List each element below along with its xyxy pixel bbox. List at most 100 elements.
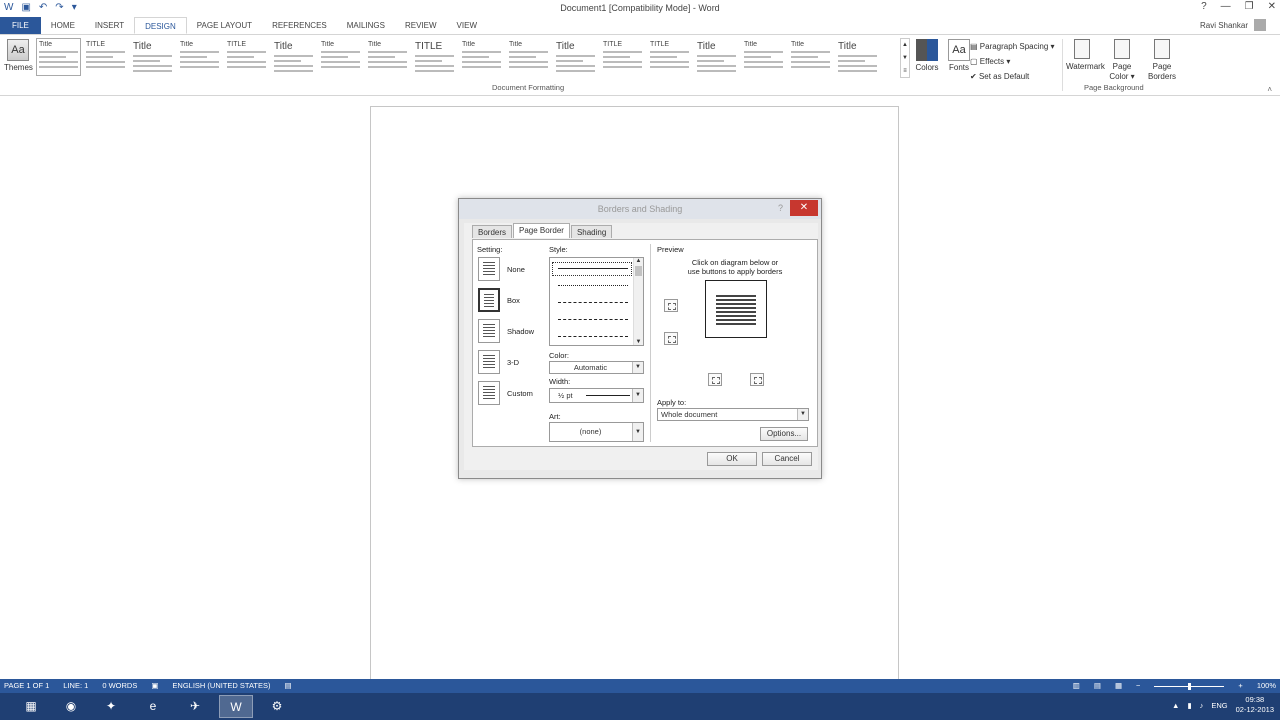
zoom-out-icon[interactable]: − [1136, 679, 1140, 693]
taskbar-app-icon[interactable]: ✦ [94, 695, 128, 718]
style-dashed-line[interactable] [558, 302, 628, 303]
taskbar-file-explorer-icon[interactable]: ▦ [14, 695, 48, 718]
paragraph-spacing-button[interactable]: ▤ Paragraph Spacing ▾ [970, 39, 1055, 54]
style-set-thumbnail[interactable]: Title [36, 38, 81, 76]
tab-page-layout[interactable]: PAGE LAYOUT [187, 17, 262, 34]
style-set-thumbnail[interactable]: TITLE [224, 38, 269, 76]
style-set-thumbnail[interactable]: Title [835, 38, 880, 76]
chevron-down-icon[interactable]: ▼ [632, 423, 643, 441]
dialog-help-button[interactable]: ? [778, 203, 783, 213]
taskbar-app-icon[interactable]: ◉ [54, 695, 88, 718]
tab-borders[interactable]: Borders [472, 225, 513, 238]
fonts-button[interactable]: Aa Fonts [946, 39, 972, 72]
taskbar-app-icon[interactable]: ⚙ [260, 695, 294, 718]
taskbar-internet-explorer-icon[interactable]: e [136, 695, 170, 718]
style-set-thumbnail[interactable]: TITLE [647, 38, 692, 76]
setting-none-icon[interactable] [478, 257, 500, 281]
tab-references[interactable]: REFERENCES [262, 17, 337, 34]
tab-page-border[interactable]: Page Border [513, 223, 570, 238]
zoom-slider-thumb[interactable] [1187, 682, 1191, 690]
close-button[interactable]: ✕ [1268, 1, 1276, 12]
setting-shadow-label[interactable]: Shadow [507, 327, 534, 336]
setting-shadow-icon[interactable] [478, 319, 500, 343]
preview-page[interactable] [705, 280, 767, 338]
setting-box-icon[interactable] [478, 288, 500, 312]
color-dropdown[interactable]: Automatic ▼ [549, 361, 644, 374]
gallery-scroll[interactable]: ▲ ▼ ≡ [900, 38, 910, 78]
style-long-dash-line[interactable] [558, 319, 628, 320]
ok-button[interactable]: OK [707, 452, 757, 466]
set-as-default-button[interactable]: ✔ Set as Default [970, 69, 1055, 84]
zoom-level[interactable]: 100% [1257, 679, 1276, 693]
volume-icon[interactable]: ♪ [1200, 701, 1204, 710]
left-border-button[interactable] [708, 373, 722, 386]
themes-button[interactable]: Aa Themes [4, 39, 33, 72]
tab-view[interactable]: VIEW [447, 17, 487, 34]
word-count[interactable]: 0 WORDS [102, 679, 137, 693]
help-button[interactable]: ? [1201, 1, 1207, 12]
proofing-icon[interactable]: ▣ [151, 679, 158, 693]
art-dropdown[interactable]: (none) ▼ [549, 422, 644, 442]
style-set-thumbnail[interactable]: Title [177, 38, 222, 76]
width-dropdown[interactable]: ½ pt ▼ [549, 388, 644, 403]
top-border-button[interactable] [664, 299, 678, 312]
chevron-down-icon[interactable]: ▼ [632, 389, 643, 402]
tab-file[interactable]: FILE [0, 17, 41, 34]
maximize-button[interactable]: ❐ [1245, 1, 1254, 12]
style-set-thumbnail[interactable]: Title [741, 38, 786, 76]
zoom-in-icon[interactable]: + [1238, 679, 1242, 693]
page-count[interactable]: PAGE 1 OF 1 [4, 679, 49, 693]
style-set-thumbnail[interactable]: Title [130, 38, 175, 76]
tray-arrow-icon[interactable]: ▲ [1172, 701, 1179, 710]
style-solid-line[interactable] [558, 268, 628, 269]
tab-insert[interactable]: INSERT [85, 17, 134, 34]
style-set-thumbnail[interactable]: Title [694, 38, 739, 76]
read-mode-icon[interactable]: ▥ [1073, 679, 1080, 693]
zoom-slider[interactable] [1154, 682, 1225, 690]
setting-custom-icon[interactable] [478, 381, 500, 405]
web-layout-icon[interactable]: ▦ [1115, 679, 1122, 693]
network-icon[interactable]: ▮ [1187, 701, 1191, 710]
style-set-thumbnail[interactable]: Title [788, 38, 833, 76]
options-button[interactable]: Options... [760, 427, 808, 441]
style-set-thumbnail[interactable]: Title [365, 38, 410, 76]
minimize-button[interactable]: — [1221, 1, 1231, 12]
page-borders-button[interactable]: Page Borders [1146, 39, 1178, 82]
setting-custom-label[interactable]: Custom [507, 389, 533, 398]
style-set-thumbnail[interactable]: Title [459, 38, 504, 76]
taskbar-app-icon[interactable]: ✈ [178, 695, 212, 718]
cancel-button[interactable]: Cancel [762, 452, 812, 466]
user-account[interactable]: Ravi Shankar [1200, 19, 1266, 31]
watermark-button[interactable]: Watermark [1066, 39, 1105, 82]
colors-button[interactable]: Colors [914, 39, 940, 72]
style-set-thumbnail[interactable]: Title [318, 38, 363, 76]
apply-to-dropdown[interactable]: Whole document ▼ [657, 408, 809, 421]
style-set-thumbnail[interactable]: Title [506, 38, 551, 76]
preview-diagram[interactable] [705, 280, 771, 340]
dialog-close-button[interactable]: ✕ [790, 200, 818, 216]
style-set-thumbnail[interactable]: Title [271, 38, 316, 76]
setting-none-label[interactable]: None [507, 265, 525, 274]
tab-mailings[interactable]: MAILINGS [337, 17, 395, 34]
tab-design[interactable]: DESIGN [134, 17, 187, 34]
bottom-border-button[interactable] [664, 332, 678, 345]
effects-button[interactable]: ▢ Effects ▾ [970, 54, 1055, 69]
chevron-down-icon[interactable]: ▼ [632, 362, 643, 373]
tab-shading[interactable]: Shading [570, 225, 613, 238]
style-scrollbar[interactable]: ▲ ▼ [633, 258, 643, 345]
style-listbox[interactable]: ▲ ▼ [549, 257, 644, 346]
style-set-thumbnail[interactable]: TITLE [600, 38, 645, 76]
style-dash-dot-line[interactable] [558, 336, 628, 337]
setting-3d-icon[interactable] [478, 350, 500, 374]
setting-box-label[interactable]: Box [507, 296, 520, 305]
tray-language[interactable]: ENG [1211, 701, 1227, 710]
setting-3d-label[interactable]: 3-D [507, 358, 519, 367]
page-color-button[interactable]: Page Color ▾ [1106, 39, 1138, 82]
style-set-thumbnail[interactable]: TITLE [83, 38, 128, 76]
clock[interactable]: 09:38 02-12-2013 [1236, 695, 1274, 715]
tab-home[interactable]: HOME [41, 17, 85, 34]
collapse-ribbon-icon[interactable]: ˄ [1267, 85, 1272, 94]
language[interactable]: ENGLISH (UNITED STATES) [172, 679, 270, 693]
chevron-down-icon[interactable]: ▼ [797, 409, 808, 420]
right-border-button[interactable] [750, 373, 764, 386]
